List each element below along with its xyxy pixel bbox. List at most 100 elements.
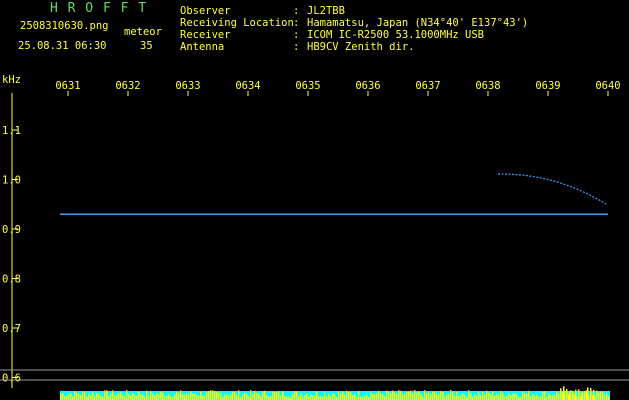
activity-burst	[176, 392, 178, 400]
y-tick-label: 1.1	[2, 125, 21, 137]
activity-burst	[602, 392, 604, 400]
activity-burst	[522, 391, 524, 400]
activity-burst	[593, 389, 595, 400]
location-value: Hamamatsu, Japan (N34°40' E137°43')	[307, 17, 529, 29]
activity-burst	[374, 394, 376, 400]
activity-burst	[460, 395, 462, 400]
activity-burst	[364, 395, 366, 400]
activity-burst	[590, 388, 592, 400]
activity-burst	[164, 396, 166, 400]
activity-burst	[306, 393, 308, 400]
activity-burst	[230, 394, 232, 400]
activity-burst	[112, 390, 114, 400]
spectrogram-plot: 0631 0632 0633 0634 0635 0636 0637 0638 0639 0640…	[0, 80, 629, 400]
activity-burst	[184, 393, 186, 400]
activity-burst	[420, 393, 422, 400]
activity-burst	[70, 393, 72, 400]
activity-burst	[314, 394, 316, 400]
activity-burst	[188, 393, 190, 400]
activity-burst	[292, 393, 294, 400]
activity-burst	[406, 392, 408, 400]
activity-burst	[332, 393, 334, 400]
activity-burst	[134, 394, 136, 400]
activity-burst	[486, 390, 488, 400]
activity-burst	[226, 394, 228, 400]
activity-burst	[464, 394, 466, 400]
activity-burst	[514, 393, 516, 400]
activity-burst	[296, 391, 298, 400]
activity-burst	[544, 391, 546, 400]
activity-burst	[298, 395, 300, 400]
receiver-value: ICOM IC-R2500 53.1000MHz USB	[307, 29, 485, 41]
activity-burst	[108, 396, 110, 400]
x-tick-label: 0636	[355, 80, 380, 92]
y-tick-label: 1.0	[2, 175, 21, 187]
activity-burst	[424, 390, 426, 400]
activity-burst	[416, 392, 418, 400]
activity-burst	[294, 391, 296, 400]
activity-burst	[260, 396, 262, 400]
activity-burst	[508, 393, 510, 400]
activity-burst	[418, 391, 420, 400]
activity-burst	[132, 393, 134, 400]
activity-burst	[542, 391, 544, 400]
activity-burst	[144, 396, 146, 400]
activity-burst	[587, 387, 589, 400]
activity-burst	[446, 394, 448, 400]
activity-burst	[470, 393, 472, 400]
activity-burst	[412, 393, 414, 400]
activity-burst	[96, 393, 98, 400]
activity-burst	[66, 395, 68, 400]
activity-burst	[280, 395, 282, 400]
activity-burst	[202, 396, 204, 400]
activity-burst	[246, 393, 248, 400]
activity-burst	[126, 390, 128, 400]
activity-burst	[340, 393, 342, 400]
activity-burst	[182, 394, 184, 400]
activity-burst	[194, 393, 196, 400]
activity-burst	[92, 392, 94, 400]
activity-burst	[438, 393, 440, 400]
activity-burst	[118, 393, 120, 400]
activity-burst	[98, 393, 100, 400]
activity-burst	[540, 396, 542, 400]
activity-burst	[78, 394, 80, 400]
x-tick-label: 0634	[235, 80, 260, 92]
app-title: H R O F F T	[50, 1, 148, 16]
y-tick-label: 0.9	[2, 224, 21, 236]
activity-burst	[104, 390, 106, 400]
activity-burst	[308, 396, 310, 400]
activity-burst	[124, 395, 126, 400]
activity-burst	[220, 393, 222, 400]
activity-burst	[496, 394, 498, 400]
activity-burst	[156, 392, 158, 400]
activity-burst	[312, 395, 314, 400]
x-tick-label: 0633	[175, 80, 200, 92]
activity-burst	[552, 394, 554, 400]
activity-burst	[476, 395, 478, 400]
activity-burst	[142, 394, 144, 400]
activity-burst	[530, 396, 532, 400]
receiver-label: Receiver	[180, 29, 231, 41]
activity-burst	[130, 395, 132, 400]
activity-burst	[136, 395, 138, 400]
activity-burst	[190, 391, 192, 400]
antenna-value: HB9CV Zenith dir.	[307, 41, 415, 53]
activity-burst	[581, 393, 583, 400]
activity-burst	[388, 392, 390, 400]
meteor-count: 35	[140, 40, 153, 52]
activity-burst	[404, 393, 406, 400]
activity-burst	[360, 396, 362, 400]
activity-burst	[196, 395, 198, 400]
activity-burst	[256, 392, 258, 400]
activity-burst	[330, 396, 332, 400]
activity-burst	[440, 390, 442, 400]
activity-burst	[282, 391, 284, 400]
activity-burst	[572, 391, 574, 400]
activity-burst	[82, 391, 84, 400]
activity-burst	[392, 390, 394, 400]
activity-burst	[458, 395, 460, 400]
activity-burst	[402, 394, 404, 400]
activity-burst	[526, 393, 528, 400]
activity-burst	[606, 392, 608, 400]
